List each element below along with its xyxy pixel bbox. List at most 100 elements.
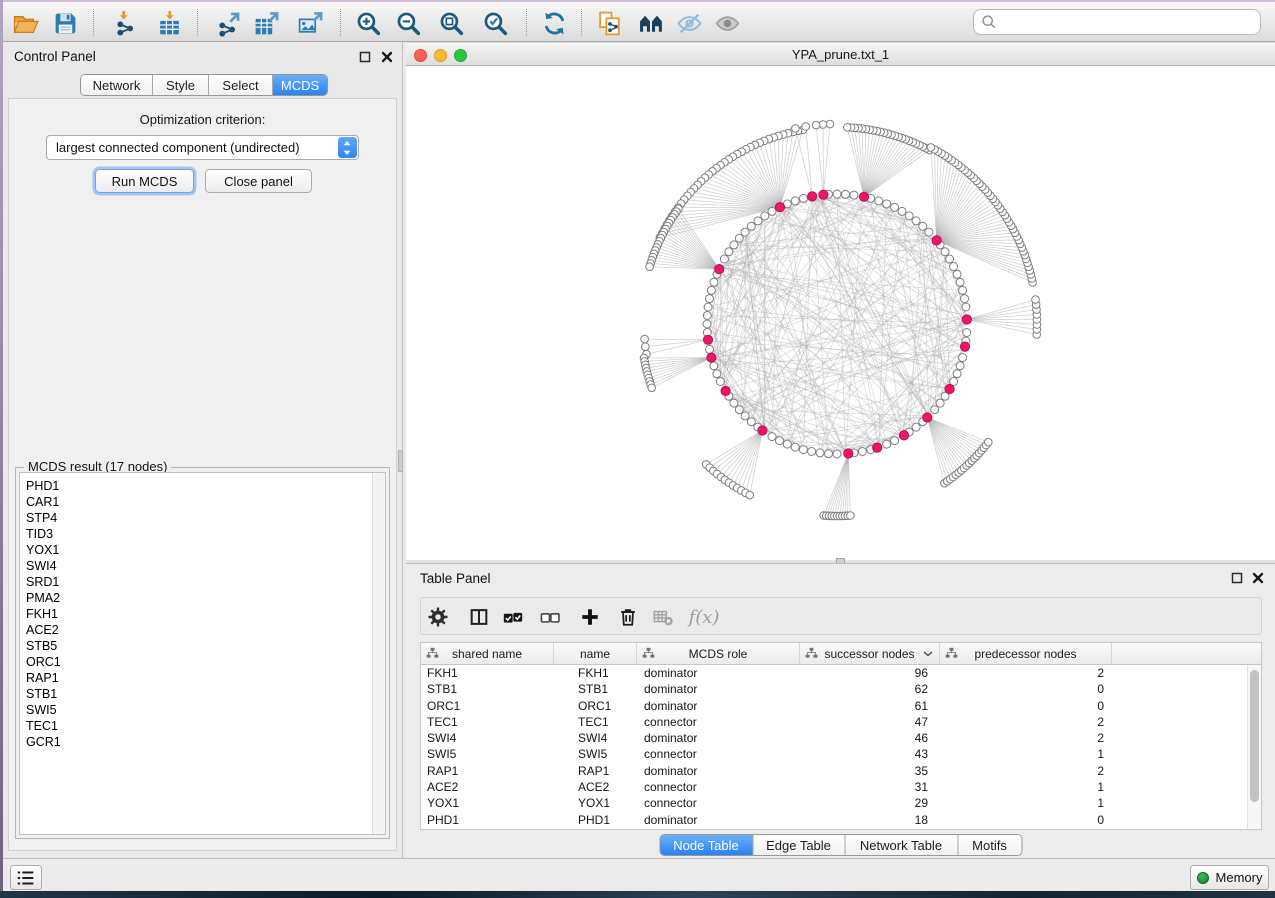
- result-node-item[interactable]: PHD1: [20, 478, 385, 494]
- mcds-result-scrollbar[interactable]: [372, 473, 385, 834]
- result-node-item[interactable]: FKH1: [20, 606, 385, 622]
- table-panel: Table Panel f(x) shared namenameMCDS rol…: [406, 563, 1275, 858]
- memory-label: Memory: [1216, 870, 1263, 885]
- table-row[interactable]: YOX1YOX1connector291: [421, 795, 1247, 811]
- add-button[interactable]: [575, 602, 605, 632]
- result-node-item[interactable]: TEC1: [20, 718, 385, 734]
- zoom-selected-button[interactable]: [477, 5, 513, 41]
- import-network-icon: [112, 10, 139, 37]
- criterion-select[interactable]: largest connected component (undirected): [46, 135, 359, 160]
- tab-network-table[interactable]: Network Table: [845, 835, 958, 855]
- control-panel-close-button[interactable]: [380, 50, 394, 64]
- first-neighbors-button[interactable]: [633, 5, 669, 41]
- table-cell: RAP1: [421, 763, 554, 779]
- result-node-item[interactable]: ORC1: [20, 654, 385, 670]
- table-scrollbar-thumb[interactable]: [1250, 670, 1259, 802]
- import-table-button[interactable]: [151, 5, 187, 41]
- search-icon: [981, 14, 997, 30]
- search-input[interactable]: [973, 9, 1261, 35]
- import-network-button[interactable]: [107, 5, 143, 41]
- column-header-successor-nodes[interactable]: successor nodes: [800, 643, 940, 664]
- table-cell: SWI4: [554, 730, 637, 746]
- table-row[interactable]: FKH1FKH1dominator962: [421, 665, 1247, 681]
- run-mcds-button[interactable]: Run MCDS: [95, 169, 194, 193]
- result-node-item[interactable]: TID3: [20, 526, 385, 542]
- settings-button[interactable]: [423, 602, 453, 632]
- export-network-icon: [215, 10, 242, 37]
- column-header-shared-name[interactable]: shared name: [421, 643, 554, 664]
- result-node-item[interactable]: RAP1: [20, 670, 385, 686]
- result-node-item[interactable]: SRD1: [20, 574, 385, 590]
- zoom-in-button[interactable]: [350, 5, 386, 41]
- select-all-icon: [502, 606, 524, 628]
- result-node-item[interactable]: ACE2: [20, 622, 385, 638]
- mcds-result-list[interactable]: PHD1CAR1STP4TID3YOX1SWI4SRD1PMA2FKH1ACE2…: [19, 472, 386, 835]
- table-panel-title: Table Panel: [420, 571, 491, 586]
- table-row[interactable]: ORC1ORC1dominator610: [421, 698, 1247, 714]
- result-node-item[interactable]: STP4: [20, 510, 385, 526]
- table-row[interactable]: STB1STB1dominator620: [421, 681, 1247, 697]
- zoom-out-button[interactable]: [390, 5, 426, 41]
- deselect-all-button[interactable]: [535, 602, 565, 632]
- zoom-fit-button[interactable]: [433, 5, 469, 41]
- export-network-button[interactable]: [210, 5, 246, 41]
- memory-button[interactable]: Memory: [1190, 865, 1269, 890]
- table-panel-close-button[interactable]: [1251, 571, 1265, 585]
- result-node-item[interactable]: YOX1: [20, 542, 385, 558]
- delete-button[interactable]: [613, 602, 643, 632]
- export-image-button[interactable]: [292, 5, 328, 41]
- network-window-titlebar[interactable]: YPA_prune.txt_1: [406, 42, 1275, 66]
- new-network-from-selection-button[interactable]: [592, 5, 628, 41]
- column-header-mcds-role[interactable]: MCDS role: [637, 643, 800, 664]
- table-row[interactable]: ACE2ACE2connector311: [421, 779, 1247, 795]
- float-icon: [1231, 572, 1243, 584]
- network-canvas[interactable]: [406, 66, 1275, 560]
- tab-mcds[interactable]: MCDS: [273, 75, 327, 95]
- table-tabs: Node TableEdge TableNetwork TableMotifs: [659, 834, 1022, 856]
- result-node-item[interactable]: SWI5: [20, 702, 385, 718]
- column-header-name[interactable]: name: [554, 643, 637, 664]
- select-all-button[interactable]: [498, 602, 528, 632]
- table-row[interactable]: TEC1TEC1connector472: [421, 714, 1247, 730]
- open-button[interactable]: [7, 5, 43, 41]
- toolbar-separator: [340, 9, 341, 36]
- export-table-button[interactable]: [248, 5, 284, 41]
- result-node-item[interactable]: SWI4: [20, 558, 385, 574]
- result-node-item[interactable]: GCR1: [20, 734, 385, 750]
- table-panel-float-button[interactable]: [1230, 571, 1244, 585]
- add-icon: [579, 606, 601, 628]
- close-icon: [381, 51, 393, 63]
- save-button[interactable]: [47, 5, 83, 41]
- tab-motifs[interactable]: Motifs: [958, 835, 1021, 855]
- refresh-button[interactable]: [536, 5, 572, 41]
- table-row[interactable]: SWI5SWI5connector431: [421, 746, 1247, 762]
- result-node-item[interactable]: PMA2: [20, 590, 385, 606]
- table-scrollbar[interactable]: [1247, 665, 1261, 829]
- table-row[interactable]: RAP1RAP1dominator352: [421, 763, 1247, 779]
- result-node-item[interactable]: CAR1: [20, 494, 385, 510]
- column-header-predecessor-nodes[interactable]: predecessor nodes: [940, 643, 1112, 664]
- tab-network[interactable]: Network: [81, 75, 153, 95]
- table-cell: 31: [800, 779, 940, 795]
- table-row[interactable]: SWI4SWI4dominator462: [421, 730, 1247, 746]
- tab-edge-table[interactable]: Edge Table: [753, 835, 845, 855]
- show-panels-menu-button[interactable]: [10, 865, 42, 890]
- show-all-button[interactable]: [709, 5, 745, 41]
- vertical-splitter-handle[interactable]: [398, 450, 403, 472]
- table-cell: 0: [940, 681, 1112, 697]
- hide-selected-button[interactable]: [671, 5, 707, 41]
- zoom-in-icon: [355, 10, 382, 37]
- table-cell: connector: [637, 779, 800, 795]
- search-text-field[interactable]: [1002, 12, 1260, 32]
- close-panel-button[interactable]: Close panel: [205, 169, 312, 193]
- control-panel-float-button[interactable]: [358, 50, 372, 64]
- result-node-item[interactable]: STB1: [20, 686, 385, 702]
- tab-style[interactable]: Style: [153, 75, 209, 95]
- columns-button[interactable]: [464, 602, 494, 632]
- table-row[interactable]: PHD1PHD1dominator180: [421, 812, 1247, 828]
- save-icon: [52, 10, 79, 37]
- table-cell: PHD1: [421, 812, 554, 828]
- tab-select[interactable]: Select: [209, 75, 273, 95]
- tab-node-table[interactable]: Node Table: [660, 835, 753, 855]
- result-node-item[interactable]: STB5: [20, 638, 385, 654]
